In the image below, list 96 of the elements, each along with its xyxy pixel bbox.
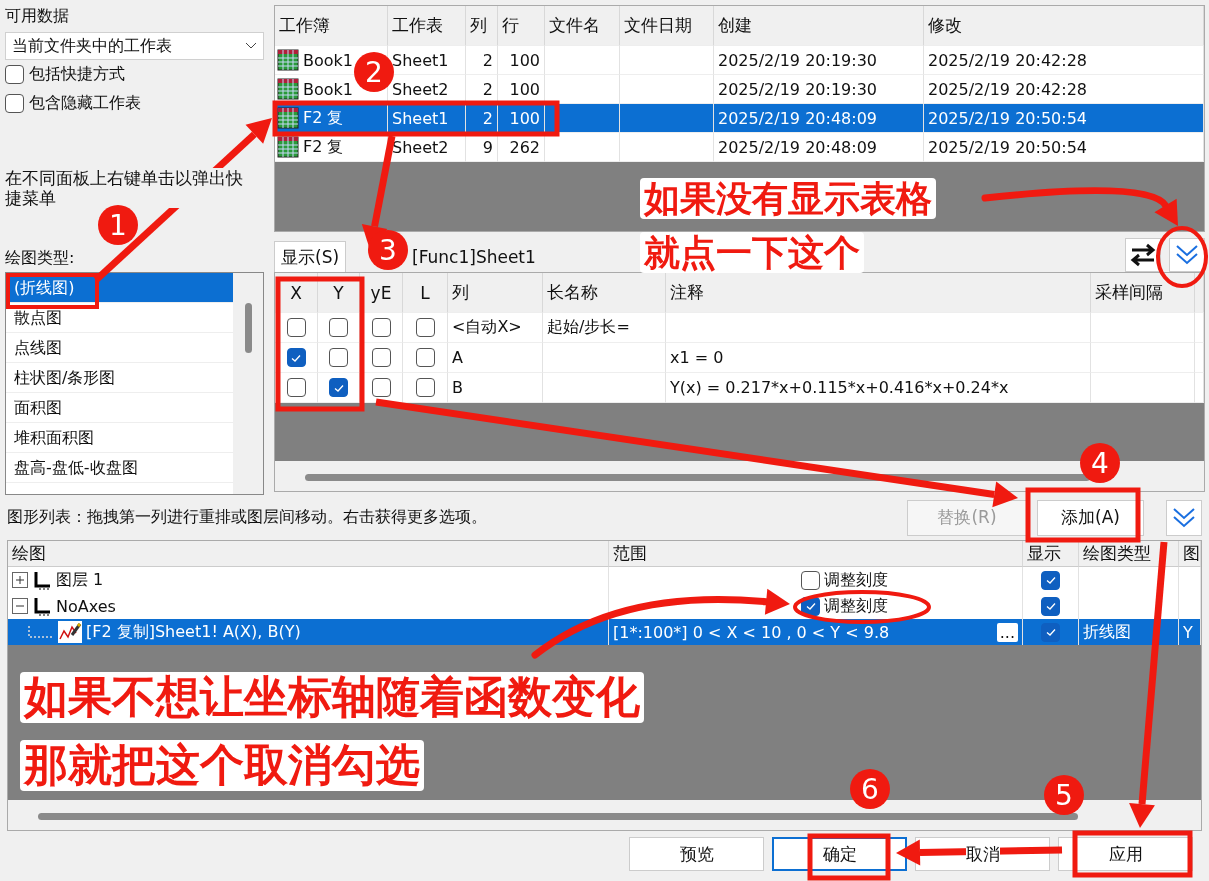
annotation-text: 那就把这个取消勾选	[20, 740, 424, 791]
table-cell: 2	[482, 50, 493, 70]
table-cell: Y(x) = 0.217*x+0.115*x+0.416*x+0.24*x	[666, 373, 1091, 403]
table-cell: 9	[482, 137, 493, 157]
layer-name: 图层 1	[56, 569, 104, 591]
table-cell: 100	[509, 79, 540, 99]
checkbox[interactable]	[415, 348, 435, 367]
table-cell: Y	[1183, 622, 1193, 642]
dialog-button[interactable]: 预览	[629, 837, 764, 871]
layer-icon	[32, 570, 52, 590]
checkbox[interactable]	[371, 348, 391, 367]
collapse-icon[interactable]	[12, 598, 28, 614]
spreadsheet-icon	[277, 107, 299, 129]
table-cell: Sheet1	[392, 108, 449, 128]
check-icon	[1044, 626, 1057, 638]
table-cell: Book1	[303, 79, 353, 99]
swap-button[interactable]	[1125, 238, 1161, 272]
table-cell: 2	[482, 108, 493, 128]
table-cell: Sheet2	[392, 79, 449, 99]
table-cell: 2025/2/19 20:50:54	[928, 108, 1087, 128]
spreadsheet-icon	[277, 49, 299, 71]
check-icon	[1044, 600, 1057, 612]
line-plot-icon	[58, 621, 82, 643]
workbook-row[interactable]: F2 复 Sheet1 2 100 2025/2/19 20:48:09 2025/2/19 20:50:54	[275, 104, 1204, 133]
ellipsis-button[interactable]: ...	[996, 622, 1018, 642]
scrollbar-thumb[interactable]	[305, 474, 1090, 481]
checkbox-label: 调整刻度	[824, 569, 888, 591]
section-label: 绘图类型:	[5, 247, 76, 269]
scrollbar-thumb[interactable]	[38, 813, 1078, 820]
step-badge: 1	[98, 205, 138, 245]
table-cell: 2025/2/19 20:48:09	[718, 137, 877, 157]
layer-row[interactable]: 图层 1 调整刻度	[8, 567, 1201, 593]
range-text: [1*:100*] 0 < X < 10 , 0 < Y < 9.8	[613, 622, 890, 642]
workbook-row[interactable]: F2 复 Sheet2 9 262 2025/2/19 20:48:09 2025/2/19 20:50:54	[275, 133, 1204, 162]
checkbox[interactable]	[286, 318, 306, 337]
layer-row[interactable]: NoAxes 调整刻度	[8, 593, 1201, 619]
checkbox-label: 包含隐藏工作表	[29, 93, 141, 114]
layer-name: NoAxes	[56, 596, 116, 616]
checkbox[interactable]	[371, 318, 391, 337]
plot-name: [F2 复制]Sheet1! A(X), B(Y)	[86, 621, 301, 643]
table-cell: 2025/2/19 20:42:28	[928, 79, 1087, 99]
table-cell: 2025/2/19 20:48:09	[718, 108, 877, 128]
caret-icon	[245, 42, 257, 50]
table-cell: 262	[509, 137, 540, 157]
checkbox[interactable]	[329, 318, 348, 337]
checkbox[interactable]	[1041, 570, 1060, 590]
table-cell: 2025/2/19 20:19:30	[718, 79, 877, 99]
checkbox[interactable]	[801, 570, 820, 590]
tree-line-icon	[28, 626, 54, 638]
spreadsheet-icon	[277, 78, 299, 100]
plot-list-hint: 图形列表：拖拽第一列进行重排或图层间移动。右击获得更多选项。	[7, 507, 488, 528]
table-cell: 2	[482, 79, 493, 99]
checkbox[interactable]	[286, 348, 306, 367]
section-label: 可用数据	[5, 5, 70, 27]
table-cell: Sheet1	[392, 50, 449, 70]
scrollbar-thumb[interactable]	[245, 303, 252, 353]
table-cell: 100	[509, 108, 540, 128]
table-cell: Sheet2	[392, 137, 449, 157]
swap-icon	[1129, 243, 1157, 267]
plot-row[interactable]: [F2 复制]Sheet1! A(X), B(Y) [1*:100*] 0 < X < 10 , 0 < Y < 9.8 ... 折线图 Y	[8, 619, 1201, 645]
table-cell: 2025/2/19 20:42:28	[928, 50, 1087, 70]
annotation-text: 如果不想让坐标轴随着函数变化	[20, 672, 644, 723]
annotation-text: 如果没有显示表格	[640, 178, 936, 220]
source-dropdown[interactable]: 当前文件夹中的工作表	[5, 32, 264, 60]
table-cell: F2 复	[303, 107, 344, 129]
expand-button[interactable]	[1166, 499, 1202, 536]
table-cell: 100	[509, 50, 540, 70]
sheet-name: [Func1]Sheet1	[412, 246, 536, 269]
expand-icon[interactable]	[12, 572, 28, 588]
checkbox[interactable]	[371, 378, 391, 397]
expand-button[interactable]	[1169, 238, 1205, 272]
empty-cell	[1195, 373, 1204, 403]
checkbox-label: 调整刻度	[824, 595, 888, 617]
table-cell: F2 复	[303, 136, 344, 158]
checkbox[interactable]	[1041, 622, 1060, 642]
checkbox-label: 包括快捷方式	[29, 64, 125, 85]
table-cell: 2025/2/19 20:50:54	[928, 137, 1087, 157]
annotation-text: 就点一下这个	[640, 232, 864, 274]
checkbox[interactable]	[1041, 596, 1060, 616]
table-cell: B	[448, 373, 543, 403]
check-icon	[804, 600, 817, 612]
table-cell: 2025/2/19 20:19:30	[718, 50, 877, 70]
checkbox[interactable]	[329, 378, 348, 397]
check-icon	[1044, 574, 1057, 586]
checkbox[interactable]	[415, 318, 435, 337]
checkbox[interactable]	[415, 378, 435, 397]
tab[interactable]: 显示(S)	[274, 241, 347, 272]
action-button[interactable]: 添加(A)	[1037, 499, 1144, 536]
layer-icon	[32, 596, 52, 616]
table-cell: Book1	[303, 50, 353, 70]
checkbox[interactable]	[329, 348, 348, 367]
checkbox[interactable]	[286, 378, 306, 397]
checkbox[interactable]	[5, 65, 24, 84]
checkbox[interactable]	[5, 94, 24, 113]
table-cell: 折线图	[1083, 621, 1131, 643]
spreadsheet-icon	[277, 136, 299, 158]
